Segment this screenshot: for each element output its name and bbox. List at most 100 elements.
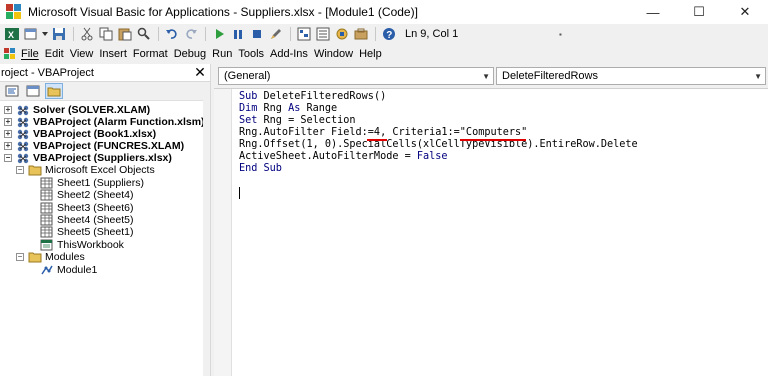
menu-debug[interactable]: Debug: [174, 48, 212, 60]
tree-item-funcres[interactable]: + VBAProject (FUNCRES.XLAM): [4, 140, 184, 152]
paste-icon[interactable]: [116, 25, 134, 43]
view-object-icon[interactable]: [24, 83, 42, 99]
toolbox-icon[interactable]: [352, 25, 370, 43]
project-tree: + Solver (SOLVER.XLAM) + VBAProject (Ala…: [0, 101, 205, 376]
menu-format-label: Format: [132, 48, 168, 60]
project-pane-toolbar: [0, 82, 210, 101]
tree-item-sheet4[interactable]: Sheet4 (Sheet5): [40, 214, 133, 226]
vbaproject-icon: [16, 152, 30, 164]
dropdown-arrow-icon[interactable]: [41, 25, 49, 43]
tree-item-sheet2[interactable]: Sheet2 (Sheet4): [40, 189, 133, 201]
object-browser-icon[interactable]: [333, 25, 351, 43]
view-excel-icon[interactable]: X: [3, 25, 21, 43]
chevron-down-icon: ▼: [754, 72, 762, 81]
tree-item-label: ThisWorkbook: [57, 239, 124, 251]
menu-view[interactable]: View: [70, 48, 100, 60]
tree-item-label: Solver (SOLVER.XLAM): [33, 104, 151, 116]
folder-icon: [28, 251, 42, 263]
run-icon[interactable]: [210, 25, 228, 43]
cursor-position: Ln 9, Col 1: [405, 28, 459, 40]
toolbar-separator: [290, 27, 291, 41]
menu-help[interactable]: Help: [359, 48, 388, 60]
project-explorer-icon[interactable]: [295, 25, 313, 43]
menu-edit-label: Edit: [44, 48, 64, 60]
menu-add-ins[interactable]: Add-Ins: [270, 48, 314, 60]
tree-item-label: Modules: [45, 251, 85, 263]
copy-icon[interactable]: [97, 25, 115, 43]
tree-item-module1[interactable]: Module1: [40, 264, 97, 276]
maximize-button[interactable]: ☐: [676, 0, 722, 24]
collapse-icon[interactable]: −: [16, 253, 24, 261]
code-margin-bar[interactable]: [214, 89, 232, 376]
tree-item-thisworkbook[interactable]: ThisWorkbook: [40, 239, 124, 251]
object-combo-value: (General): [224, 70, 271, 82]
svg-text:X: X: [8, 30, 14, 40]
toolbar-separator: [205, 27, 206, 41]
menu-format[interactable]: Format: [133, 48, 174, 60]
code-line-7: End Sub: [239, 163, 282, 174]
tree-item-suppliers[interactable]: − VBAProject (Suppliers.xlsx): [4, 152, 172, 164]
help-icon[interactable]: ?: [380, 25, 398, 43]
toggle-folders-icon[interactable]: [45, 83, 63, 99]
menu-bar: File Edit View Insert Format Debug Run T…: [0, 44, 768, 64]
field-value-underline: [367, 139, 387, 141]
collapse-icon[interactable]: −: [16, 166, 24, 174]
tree-item-alarm-function[interactable]: + VBAProject (Alarm Function.xlsm): [4, 116, 205, 128]
window-title: Microsoft Visual Basic for Applications …: [28, 5, 418, 19]
tree-item-sheet3[interactable]: Sheet3 (Sheet6): [40, 202, 133, 214]
procedure-combo[interactable]: DeleteFilteredRows ▼: [496, 67, 766, 85]
toolbar-grip-icon[interactable]: ▪: [559, 30, 562, 39]
minimize-button[interactable]: —: [630, 0, 676, 24]
tree-folder-modules[interactable]: − Modules: [16, 251, 85, 263]
svg-text:?: ?: [386, 30, 392, 41]
tree-item-label: VBAProject (Alarm Function.xlsm): [33, 116, 205, 128]
close-window-button[interactable]: ✕: [722, 0, 768, 24]
break-icon[interactable]: [229, 25, 247, 43]
expand-icon[interactable]: +: [4, 118, 12, 126]
undo-icon[interactable]: [163, 25, 181, 43]
tree-item-label: Microsoft Excel Objects: [45, 164, 155, 176]
menu-window[interactable]: Window: [314, 48, 359, 60]
find-icon[interactable]: [135, 25, 153, 43]
menu-add-ins-label: Add-Ins: [270, 48, 308, 60]
menu-help-label: Help: [359, 48, 382, 60]
toolbar-separator: [158, 27, 159, 41]
tree-item-label: Module1: [57, 264, 98, 276]
folder-icon: [28, 164, 42, 176]
cut-icon[interactable]: [78, 25, 96, 43]
code-line-4: Rng.AutoFilter Field:=4, Criteria1:="Com…: [239, 127, 528, 138]
menu-file[interactable]: File: [4, 48, 45, 60]
tree-item-solver[interactable]: + Solver (SOLVER.XLAM): [4, 104, 150, 116]
tree-folder-excel-objects[interactable]: − Microsoft Excel Objects: [16, 164, 155, 176]
menu-tools[interactable]: Tools: [238, 48, 270, 60]
workbook-icon: [40, 239, 54, 251]
tree-item-label: Sheet2 (Sheet4): [57, 189, 134, 201]
vbaproject-icon: [16, 140, 30, 152]
code-editor[interactable]: Sub DeleteFilteredRows() Dim Rng As Rang…: [214, 88, 768, 376]
design-mode-icon[interactable]: [267, 25, 285, 43]
object-combo[interactable]: (General) ▼: [218, 67, 494, 85]
worksheet-icon: [40, 202, 54, 214]
tree-item-sheet5[interactable]: Sheet5 (Sheet1): [40, 226, 133, 238]
menu-insert[interactable]: Insert: [99, 48, 133, 60]
project-pane-close-button[interactable]: ✕: [192, 64, 208, 81]
expand-icon[interactable]: +: [4, 106, 12, 114]
vbaproject-icon: [16, 116, 30, 128]
tree-item-book1[interactable]: + VBAProject (Book1.xlsx): [4, 128, 156, 140]
menu-run[interactable]: Run: [212, 48, 238, 60]
redo-icon[interactable]: [182, 25, 200, 43]
collapse-icon[interactable]: −: [4, 154, 12, 162]
view-code-icon[interactable]: [3, 83, 21, 99]
worksheet-icon: [40, 189, 54, 201]
tree-item-sheet1[interactable]: Sheet1 (Suppliers): [40, 177, 144, 189]
expand-icon[interactable]: +: [4, 142, 12, 150]
insert-module-icon[interactable]: [22, 25, 40, 43]
expand-icon[interactable]: +: [4, 130, 12, 138]
tree-item-label: Sheet1 (Suppliers): [57, 177, 144, 189]
save-icon[interactable]: [50, 25, 68, 43]
reset-icon[interactable]: [248, 25, 266, 43]
properties-icon[interactable]: [314, 25, 332, 43]
menu-tools-label: Tools: [238, 48, 265, 60]
project-scrollbar[interactable]: [203, 82, 210, 376]
menu-edit[interactable]: Edit: [45, 48, 70, 60]
